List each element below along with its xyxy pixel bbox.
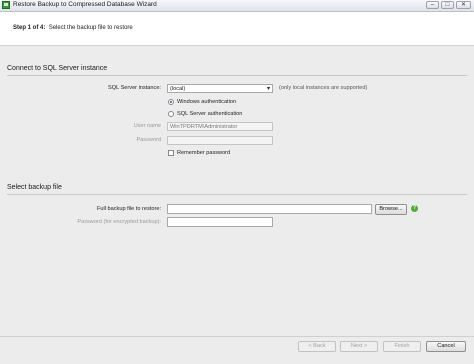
windows-auth-label: Windows authentication [177,99,237,105]
username-field[interactable]: WinTPDRTM\Administrator [167,122,273,131]
step-number: Step 1 of 4: [13,25,46,31]
password-label: Password [136,137,161,143]
username-label: User name [133,123,161,129]
remember-password-label: Remember password [177,150,231,156]
finish-button[interactable]: Finish [383,341,421,352]
step-description: Select the backup file to restore [48,25,133,31]
connect-section-heading: Connect to SQL Server instance [7,65,108,72]
instance-note: (only local instances are supported) [279,85,368,91]
sql-auth-radio[interactable] [168,111,174,117]
help-icon[interactable]: ? [411,205,418,212]
windows-auth-radio[interactable] [168,99,174,105]
close-button[interactable]: ✕ [456,1,471,9]
next-button[interactable]: Next > [340,341,378,352]
remember-password-checkbox[interactable] [168,150,174,156]
cancel-button[interactable]: Cancel [426,341,466,352]
browse-button[interactable]: Browse... [375,204,407,215]
section-divider [7,194,467,195]
title-bar: Restore Backup to Compressed Database Wi… [0,0,474,12]
window-title: Restore Backup to Compressed Database Wi… [13,1,157,8]
encrypted-password-field[interactable] [167,217,273,227]
backup-file-label: Full backup file to restore: [96,206,161,212]
chevron-down-icon: ▾ [266,86,270,92]
encrypted-password-label: Password (for encrypted backup): [77,219,161,225]
maximize-button[interactable]: □ [441,1,454,9]
minimize-button[interactable]: – [426,1,439,9]
instance-label: SQL Server instance: [108,85,161,91]
back-button[interactable]: < Back [298,341,336,352]
app-icon [2,1,10,9]
sql-auth-label: SQL Server authentication [177,111,243,117]
instance-select[interactable]: (local) ▾ [167,84,273,93]
step-indicator: Step 1 of 4: Select the backup file to r… [13,25,133,31]
section-divider [7,75,467,76]
backup-section-heading: Select backup file [7,184,62,191]
instance-select-value: (local) [170,86,186,92]
backup-file-field[interactable] [167,204,372,214]
password-field[interactable] [167,136,273,145]
